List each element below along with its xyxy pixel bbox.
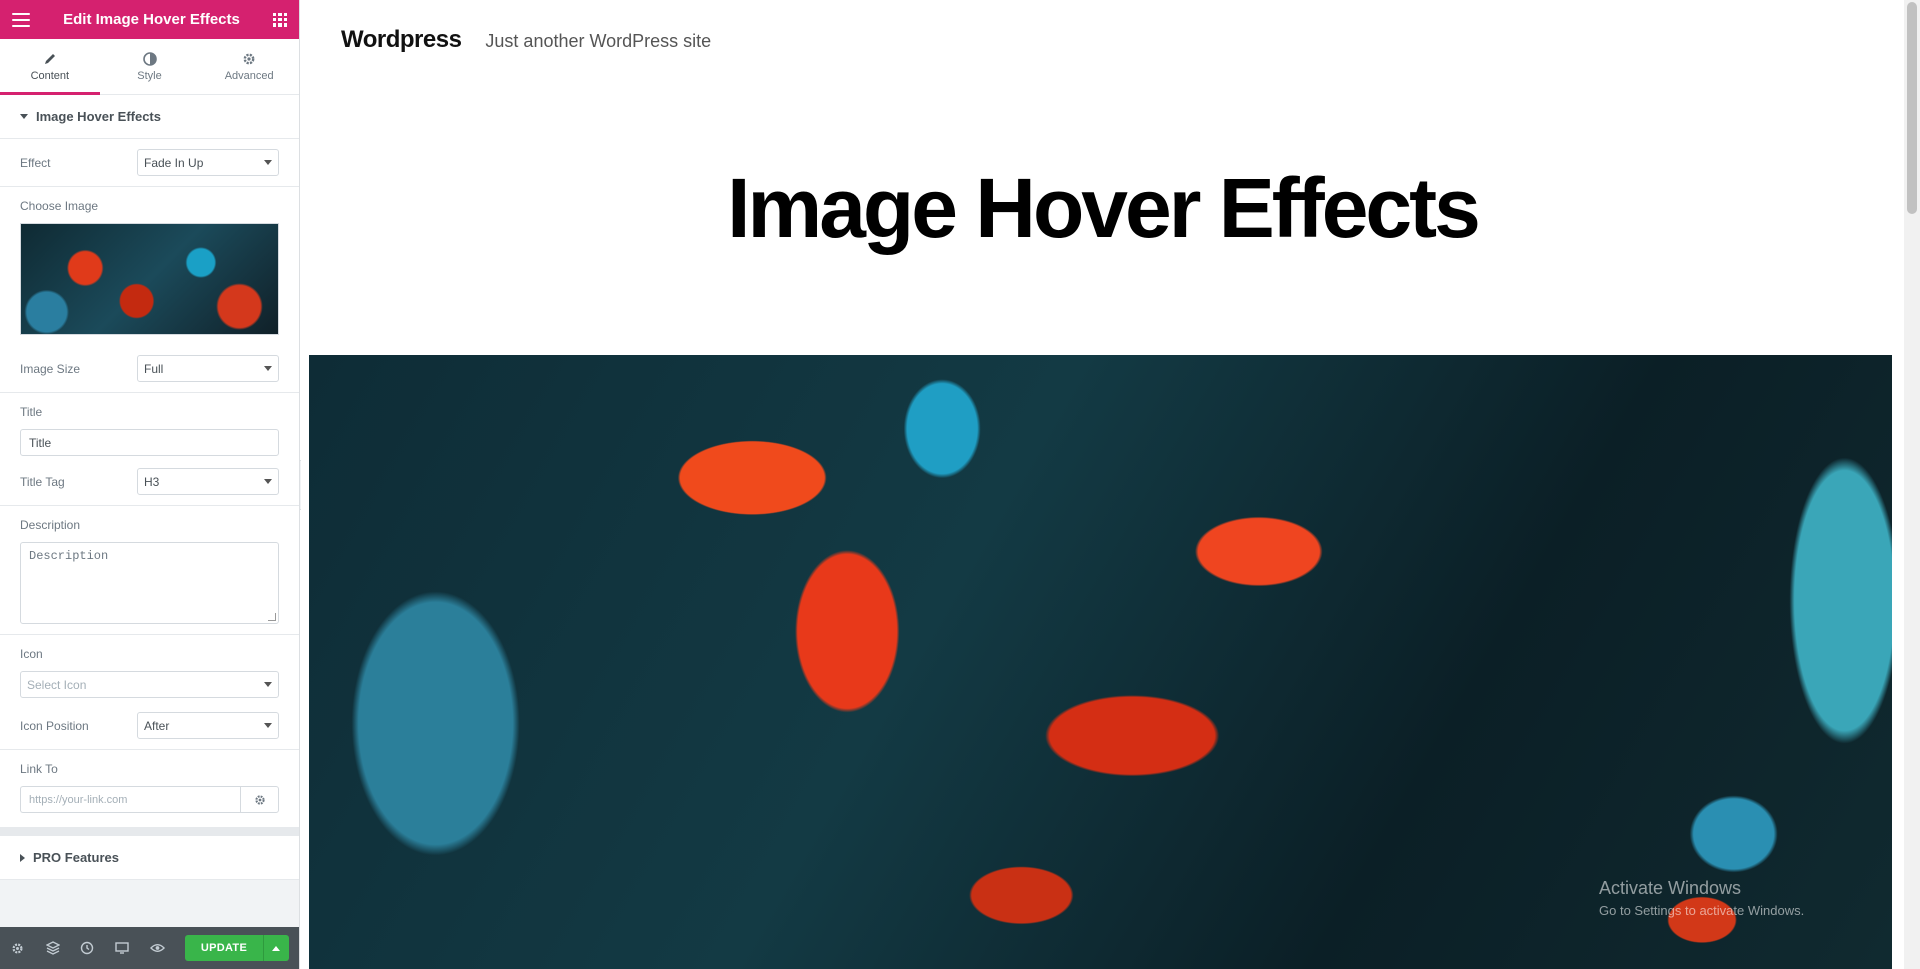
gear-icon bbox=[243, 53, 255, 64]
section-title: Image Hover Effects bbox=[36, 109, 161, 124]
activate-windows-watermark: Activate Windows Go to Settings to activ… bbox=[1599, 878, 1804, 918]
widgets-grid-icon[interactable] bbox=[273, 12, 287, 27]
page-preview: Wordpress Just another WordPress site Im… bbox=[301, 0, 1904, 969]
icon-position-value: After bbox=[144, 718, 170, 733]
panel-header: Edit Image Hover Effects bbox=[0, 0, 299, 39]
link-input[interactable]: https://your-link.com bbox=[20, 786, 240, 813]
image-thumbnail[interactable] bbox=[20, 223, 279, 335]
icon-placeholder: Select Icon bbox=[27, 677, 87, 692]
effect-select[interactable]: Fade In Up bbox=[137, 149, 279, 176]
site-description: Just another WordPress site bbox=[485, 31, 712, 51]
link-to-control: Link To https://your-link.com bbox=[0, 750, 299, 828]
icon-position-select[interactable]: After bbox=[137, 712, 279, 739]
icon-position-control: Icon Position After bbox=[0, 708, 299, 750]
title-label: Title bbox=[20, 405, 43, 419]
image-size-control: Image Size Full bbox=[0, 345, 299, 393]
title-tag-value: H3 bbox=[144, 474, 160, 489]
resize-handle-icon[interactable] bbox=[268, 613, 276, 621]
chevron-down-icon bbox=[264, 479, 272, 484]
caret-up-icon bbox=[272, 945, 281, 951]
chevron-down-icon bbox=[264, 723, 272, 728]
editor-panel: Edit Image Hover Effects Content Style A… bbox=[0, 0, 300, 969]
menu-icon[interactable] bbox=[12, 12, 30, 27]
chevron-down-icon bbox=[264, 682, 272, 687]
preview-button[interactable] bbox=[149, 939, 165, 957]
link-options-button[interactable] bbox=[240, 786, 279, 813]
history-button[interactable] bbox=[80, 939, 96, 957]
icon-position-label: Icon Position bbox=[20, 718, 89, 733]
site-header: Wordpress Just another WordPress site bbox=[341, 26, 711, 54]
site-title-link[interactable]: Wordpress bbox=[341, 26, 462, 54]
pencil-icon bbox=[44, 53, 55, 64]
update-button[interactable]: UPDATE bbox=[184, 935, 263, 961]
section-divider bbox=[0, 828, 299, 836]
update-group: UPDATE bbox=[184, 935, 289, 961]
chevron-down-icon bbox=[264, 160, 272, 165]
title-input[interactable]: Title bbox=[20, 429, 279, 456]
caret-down-icon bbox=[20, 114, 28, 119]
chevron-down-icon bbox=[264, 366, 272, 371]
panel-footer: UPDATE bbox=[0, 927, 299, 969]
navigator-button[interactable] bbox=[45, 939, 61, 957]
tab-content-label: Content bbox=[30, 69, 70, 82]
section-image-hover-effects[interactable]: Image Hover Effects bbox=[0, 95, 299, 139]
tab-advanced-label: Advanced bbox=[224, 69, 274, 82]
choose-image-label: Choose Image bbox=[20, 199, 99, 213]
title-tag-select[interactable]: H3 bbox=[137, 468, 279, 495]
choose-image-control: Choose Image bbox=[0, 187, 299, 345]
tab-advanced[interactable]: Advanced bbox=[199, 39, 299, 94]
eye-icon bbox=[149, 944, 165, 952]
responsive-mode-button[interactable] bbox=[114, 939, 130, 957]
title-control: Title Title bbox=[0, 393, 299, 466]
image-size-select[interactable]: Full bbox=[137, 355, 279, 382]
scrollbar-thumb[interactable] bbox=[1907, 2, 1917, 214]
gear-icon bbox=[12, 942, 23, 954]
title-tag-control: Title Tag H3 bbox=[0, 466, 299, 506]
page-title: Image Hover Effects bbox=[727, 161, 1481, 255]
history-icon bbox=[81, 941, 94, 955]
pro-section-title: PRO Features bbox=[33, 850, 119, 865]
description-value: Description bbox=[29, 549, 109, 563]
watermark-line2: Go to Settings to activate Windows. bbox=[1599, 903, 1805, 918]
title-tag-label: Title Tag bbox=[20, 474, 65, 489]
panel-tabs: Content Style Advanced bbox=[0, 39, 299, 95]
panel-title: Edit Image Hover Effects bbox=[63, 11, 240, 28]
caret-right-icon bbox=[20, 853, 25, 862]
tab-content[interactable]: Content bbox=[0, 39, 100, 95]
settings-button[interactable] bbox=[10, 939, 26, 957]
description-textarea[interactable]: Description bbox=[20, 542, 279, 624]
link-to-label: Link To bbox=[20, 762, 58, 776]
effect-value: Fade In Up bbox=[144, 155, 204, 170]
contrast-icon bbox=[142, 51, 157, 66]
watermark-line1: Activate Windows bbox=[1599, 878, 1742, 898]
section-pro-features[interactable]: PRO Features bbox=[0, 836, 299, 880]
icon-select[interactable]: Select Icon bbox=[20, 671, 279, 698]
description-label: Description bbox=[20, 518, 81, 532]
icon-label: Icon bbox=[20, 647, 43, 661]
image-size-value: Full bbox=[144, 361, 164, 376]
desktop-icon bbox=[115, 942, 129, 954]
effect-label: Effect bbox=[20, 155, 51, 170]
layers-icon bbox=[45, 941, 60, 955]
icon-control: Icon Select Icon bbox=[0, 635, 299, 708]
image-size-label: Image Size bbox=[20, 361, 81, 376]
effect-control: Effect Fade In Up bbox=[0, 139, 299, 187]
hover-effect-image[interactable] bbox=[309, 355, 1892, 969]
update-options-button[interactable] bbox=[262, 935, 289, 961]
page-scrollbar[interactable] bbox=[1904, 0, 1920, 969]
panel-controls: Image Hover Effects Effect Fade In Up Ch… bbox=[0, 95, 299, 927]
description-control: Description Description bbox=[0, 506, 299, 635]
gear-icon bbox=[254, 794, 265, 805]
tab-style[interactable]: Style bbox=[100, 39, 200, 94]
tab-style-label: Style bbox=[137, 69, 162, 82]
